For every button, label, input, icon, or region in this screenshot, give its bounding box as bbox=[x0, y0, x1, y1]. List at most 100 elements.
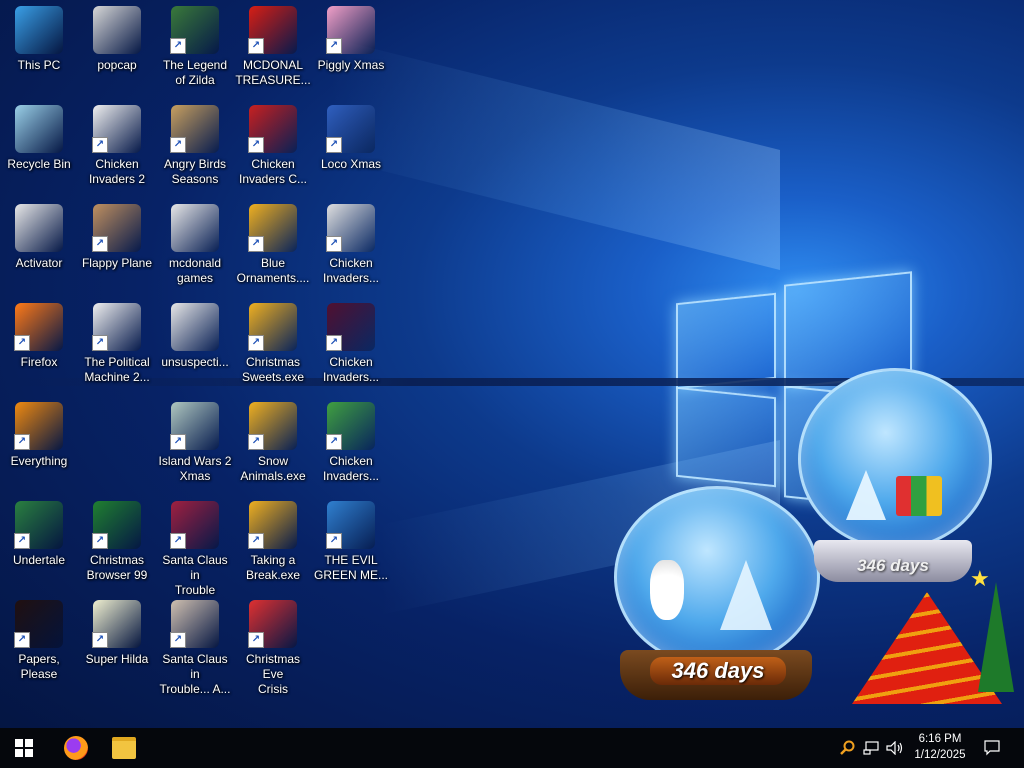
desktop-icon-label: Blue Ornaments.... bbox=[236, 256, 310, 285]
desktop-icon[interactable]: ↗ MCDONAL TREASURE... bbox=[234, 0, 312, 96]
taskbar: 6:16 PM 1/12/2025 bbox=[0, 728, 1024, 768]
desktop-icon-label: Loco Xmas bbox=[320, 157, 382, 171]
shortcut-arrow-icon: ↗ bbox=[248, 137, 264, 153]
desktop-icon-label: Undertale bbox=[12, 553, 66, 567]
shortcut-arrow-icon: ↗ bbox=[14, 434, 30, 450]
desktop-icon-label: Christmas Eve Crisis bbox=[245, 652, 300, 696]
spiral-tree-widget[interactable]: ★ bbox=[832, 566, 1014, 712]
tray-network-button[interactable] bbox=[860, 728, 882, 768]
shortcut-arrow-icon: ↗ bbox=[170, 434, 186, 450]
desktop-icon[interactable]: Recycle Bin bbox=[0, 99, 78, 195]
desktop-icon[interactable]: ↗ Chicken Invaders C... bbox=[234, 99, 312, 195]
desktop-icon-label: Chicken Invaders... bbox=[322, 454, 380, 483]
desktop-icon[interactable]: ↗ Island Wars 2 Xmas bbox=[156, 396, 234, 492]
days-counter-small: 346 days bbox=[650, 657, 786, 685]
desktop-icon[interactable]: ↗ The Legend of Zilda bbox=[156, 0, 234, 96]
desktop-icon[interactable]: Activator bbox=[0, 198, 78, 294]
desktop-icon[interactable]: ↗ Christmas Browser 99 bbox=[78, 495, 156, 591]
desktop-icon[interactable]: ↗ Piggly Xmas bbox=[312, 0, 390, 96]
desktop-icon-label: Recycle Bin bbox=[7, 157, 71, 171]
shortcut-arrow-icon: ↗ bbox=[248, 236, 264, 252]
desktop-icon[interactable]: ↗ Christmas Sweets.exe bbox=[234, 297, 312, 393]
desktop-icon[interactable]: This PC bbox=[0, 0, 78, 96]
desktop-icon-label: The Political Machine 2... bbox=[84, 355, 150, 384]
windows-logo-pane bbox=[676, 292, 776, 390]
app-icon bbox=[15, 204, 63, 252]
snow-globe-glass bbox=[614, 486, 820, 668]
shortcut-arrow-icon: ↗ bbox=[14, 632, 30, 648]
desktop-icon[interactable]: ↗ Santa Claus in Trouble... A... bbox=[156, 594, 234, 696]
shortcut-arrow-icon: ↗ bbox=[248, 335, 264, 351]
desktop-icon[interactable]: ↗ Chicken Invaders 2 bbox=[78, 99, 156, 195]
shortcut-arrow-icon: ↗ bbox=[170, 533, 186, 549]
desktop-icon-label: unsuspecti... bbox=[161, 355, 229, 369]
shortcut-arrow-icon: ↗ bbox=[92, 335, 108, 351]
desktop-icon-label: Everything bbox=[10, 454, 68, 468]
desktop-icon[interactable]: ↗ Firefox bbox=[0, 297, 78, 393]
desktop-icon[interactable]: ↗ Christmas Eve Crisis bbox=[234, 594, 312, 696]
tray-volume-button[interactable] bbox=[884, 728, 906, 768]
taskbar-file-explorer-button[interactable] bbox=[100, 728, 148, 768]
desktop-icon[interactable]: ↗ Blue Ornaments.... bbox=[234, 198, 312, 294]
shortcut-arrow-icon: ↗ bbox=[14, 335, 30, 351]
folder-icon bbox=[112, 737, 136, 759]
desktop-icon-label: Christmas Browser 99 bbox=[86, 553, 148, 582]
desktop-icon-label: Piggly Xmas bbox=[317, 58, 385, 72]
desktop-icon[interactable]: ↗ Angry Birds Seasons bbox=[156, 99, 234, 195]
tray-search-button[interactable] bbox=[836, 728, 858, 768]
taskbar-firefox-button[interactable] bbox=[52, 728, 100, 768]
christmas-tree-icon bbox=[846, 470, 886, 520]
desktop-icon[interactable]: ↗ Chicken Invaders... bbox=[312, 396, 390, 492]
pine-tree-icon bbox=[720, 560, 772, 630]
shortcut-arrow-icon: ↗ bbox=[170, 632, 186, 648]
desktop-icon-label: Taking a Break.exe bbox=[245, 553, 301, 582]
light-beam bbox=[330, 37, 780, 270]
desktop-icon[interactable]: ↗ Santa Claus in Trouble bbox=[156, 495, 234, 597]
desktop-icon-label: MCDONAL TREASURE... bbox=[235, 58, 311, 87]
start-button[interactable] bbox=[0, 728, 48, 768]
desktop-icon[interactable]: unsuspecti... bbox=[156, 297, 234, 393]
snow-globe-glass bbox=[798, 368, 992, 550]
desktop-icon[interactable]: ↗ Chicken Invaders... bbox=[312, 198, 390, 294]
app-icon bbox=[15, 6, 63, 54]
desktop-icon-label: THE EVIL GREEN ME... bbox=[313, 553, 388, 582]
desktop-icon-label: popcap bbox=[97, 58, 137, 72]
app-icon bbox=[171, 204, 219, 252]
desktop-icon[interactable]: ↗ Snow Animals.exe bbox=[234, 396, 312, 492]
magnifier-icon bbox=[840, 740, 855, 755]
desktop-icon[interactable]: ↗ Papers, Please bbox=[0, 594, 78, 690]
clock-time: 6:16 PM bbox=[918, 733, 962, 745]
green-tree-icon bbox=[978, 582, 1014, 692]
days-counter-large: 346 days bbox=[857, 556, 929, 575]
action-center-button[interactable] bbox=[978, 728, 1006, 768]
desktop-icon[interactable]: ↗ Super Hilda bbox=[78, 594, 156, 690]
desktop-icon-label: Snow Animals.exe bbox=[240, 454, 306, 483]
shortcut-arrow-icon: ↗ bbox=[170, 137, 186, 153]
desktop-icon-label: Activator bbox=[15, 256, 63, 270]
shortcut-arrow-icon: ↗ bbox=[326, 434, 342, 450]
taskbar-clock[interactable]: 6:16 PM 1/12/2025 bbox=[906, 731, 974, 763]
desktop-icon[interactable]: popcap bbox=[78, 0, 156, 96]
desktop-icon-label: Chicken Invaders... bbox=[322, 355, 380, 384]
desktop-icon[interactable]: ↗ Flappy Plane bbox=[78, 198, 156, 294]
snowman-icon bbox=[650, 560, 684, 620]
desktop-icon[interactable]: ↗ Undertale bbox=[0, 495, 78, 591]
desktop-icon[interactable]: ↗ Everything bbox=[0, 396, 78, 492]
desktop-icon-label: Papers, Please bbox=[18, 652, 60, 681]
clock-date: 1/12/2025 bbox=[914, 749, 966, 761]
desktop-icon[interactable]: ↗ Loco Xmas bbox=[312, 99, 390, 195]
desktop-icon[interactable]: ↗ THE EVIL GREEN ME... bbox=[312, 495, 390, 591]
desktop-icon[interactable]: mcdonald games bbox=[156, 198, 234, 294]
windows-logo-icon bbox=[15, 739, 33, 757]
desktop-icon-label: Santa Claus in Trouble bbox=[162, 553, 228, 597]
shortcut-arrow-icon: ↗ bbox=[326, 533, 342, 549]
desktop-icon[interactable]: ↗ Chicken Invaders... bbox=[312, 297, 390, 393]
shortcut-arrow-icon: ↗ bbox=[326, 137, 342, 153]
desktop-icon-label: Angry Birds Seasons bbox=[163, 157, 227, 186]
app-icon bbox=[93, 6, 141, 54]
desktop-icon[interactable]: ↗ The Political Machine 2... bbox=[78, 297, 156, 393]
shortcut-arrow-icon: ↗ bbox=[92, 236, 108, 252]
desktop-icon[interactable]: ↗ Taking a Break.exe bbox=[234, 495, 312, 591]
shortcut-arrow-icon: ↗ bbox=[248, 38, 264, 54]
gifts-icon bbox=[896, 476, 942, 516]
